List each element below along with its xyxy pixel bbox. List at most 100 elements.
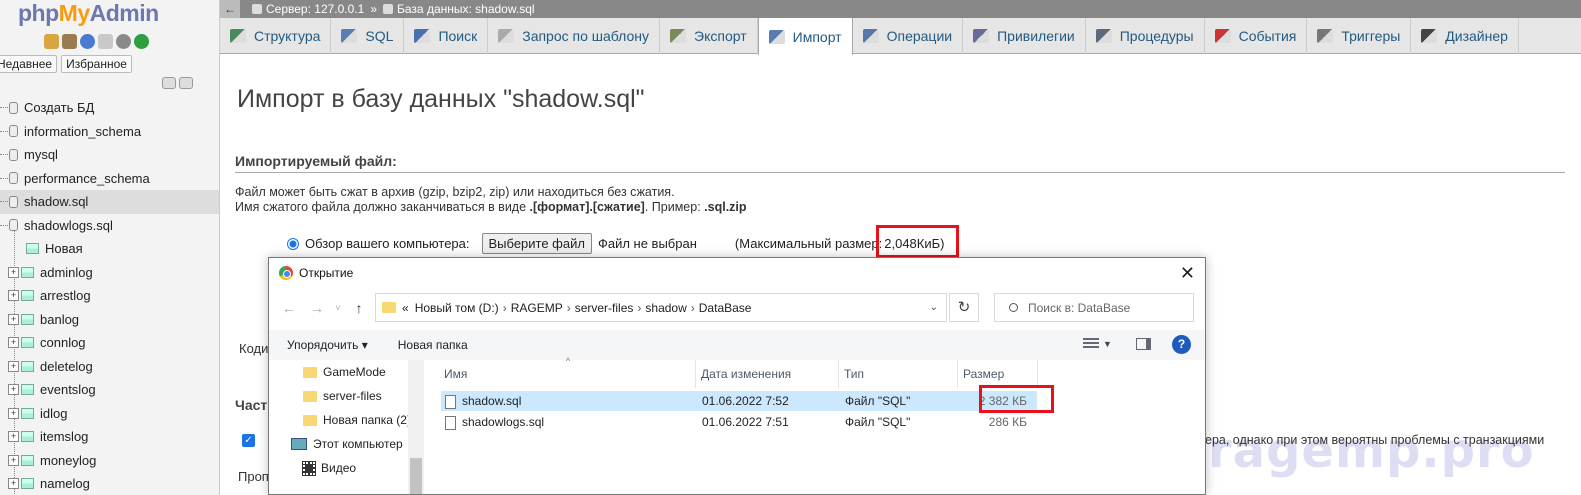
tab-label: Поиск [438,28,478,44]
expand-icon[interactable]: + [8,384,19,396]
path-segment[interactable]: DataBase [699,301,752,315]
tree-item[interactable]: + arrestlog [0,284,219,308]
nav-item[interactable]: server-files [269,384,424,408]
breadcrumb-server-label: Сервер: 127.0.0.1 [266,2,365,16]
tab-operations[interactable]: Операции [853,18,964,54]
expand-icon[interactable]: + [8,360,19,372]
column-type[interactable]: Тип [839,360,958,388]
path-segment[interactable]: server-files [575,301,634,315]
address-bar[interactable]: « Новый том (D:) › RAGEMP › server-files › sha… [375,293,947,322]
back-arrow-icon[interactable]: ← [220,0,240,18]
up-folder-icon[interactable]: ↑ [345,300,373,316]
tab-privileges[interactable]: Привилегии [963,18,1086,54]
tab-search[interactable]: Поиск [404,18,489,54]
path-separator: › [502,300,507,315]
nav-item[interactable]: Новая папка (2) [269,408,424,432]
scrollbar-thumb[interactable] [410,458,422,494]
choose-file-button[interactable]: Выберите файл [481,233,592,254]
refresh-icon[interactable]: ↻ [949,293,979,322]
tree-item[interactable]: information_schema [0,120,219,144]
tab-import[interactable]: Импорт [757,18,853,55]
tree-item[interactable]: + adminlog [0,261,219,285]
path-segment[interactable]: Новый том (D:) [415,301,499,315]
tab-sql[interactable]: SQL [331,18,405,54]
tree-item[interactable]: + banlog [0,308,219,332]
phpmyadmin-logo[interactable]: phpMyAdmin [18,0,159,27]
nav-item-label: GameMode [323,365,386,379]
logout-icon[interactable] [62,34,77,49]
tree-item[interactable]: Создать БД [0,96,219,120]
partial-import-checkbox[interactable]: ✓ [242,434,255,447]
tab-triggers[interactable]: Триггеры [1307,18,1412,54]
navigation-scrollbar[interactable] [408,360,424,494]
column-date[interactable]: Дата изменения [696,360,839,388]
collapse-all-icon[interactable] [162,77,176,89]
expand-icon[interactable]: + [8,313,19,325]
tree-item[interactable]: + idlog [0,402,219,426]
organize-button[interactable]: Упорядочить ▾ [287,338,368,352]
expand-icon[interactable]: + [8,337,19,349]
favorites-tab[interactable]: Избранное [61,55,132,73]
tree-item[interactable]: + deletelog [0,355,219,379]
tree-item[interactable]: + itemslog [0,425,219,449]
view-dropdown-icon[interactable]: ▼ [1103,339,1112,349]
expand-icon[interactable]: + [8,431,19,443]
forward-icon[interactable]: → [303,300,331,316]
expand-icon[interactable]: + [8,478,19,490]
expand-icon[interactable]: + [8,290,19,302]
preview-pane-icon[interactable] [1135,338,1151,350]
expand-icon[interactable]: + [8,454,19,466]
tree-item[interactable]: + connlog [0,331,219,355]
address-overflow[interactable]: « [402,301,409,315]
browse-radio[interactable] [287,237,299,250]
gear-icon[interactable] [116,34,131,49]
view-mode-icon[interactable] [1083,338,1099,350]
reload-icon[interactable] [134,34,149,49]
tree-item[interactable]: + moneylog [0,449,219,473]
file-row[interactable]: shadow.sql 01.06.2022 7:52 Файл "SQL" 2 382… [441,391,1037,411]
back-icon[interactable]: ← [275,300,303,316]
help-icon[interactable] [80,34,95,49]
nav-item[interactable]: Этот компьютер [269,432,424,456]
tree-item[interactable]: mysql [0,143,219,167]
path-segment[interactable]: shadow [645,301,686,315]
tab-export[interactable]: Экспорт [660,18,758,54]
nav-item[interactable]: Видео [269,456,424,480]
tab-routines[interactable]: Процедуры [1086,18,1205,54]
nav-item[interactable]: GameMode [269,360,424,384]
recent-tab[interactable]: Недавнее [0,55,58,73]
path-segment[interactable]: RAGEMP [511,301,563,315]
file-list-header: ^ Имя Дата изменения Тип Размер [439,356,1205,388]
tree-item[interactable]: Новая [0,237,219,261]
column-name[interactable]: Имя [439,360,696,388]
docs-icon[interactable] [98,34,113,49]
tab-label: Дизайнер [1445,28,1508,44]
no-file-label: Файл не выбран [597,236,697,251]
tab-events[interactable]: События [1205,18,1308,54]
search-icon [1009,303,1018,312]
recent-locations-icon[interactable]: ˅ [331,303,345,313]
link-icon[interactable] [179,77,193,89]
file-row[interactable]: shadowlogs.sql 01.06.2022 7:51 Файл "SQL" 2… [441,412,1037,432]
new-folder-button[interactable]: Новая папка [398,338,468,352]
dialog-close-button[interactable]: ✕ [1180,263,1195,284]
help-icon[interactable]: ? [1172,335,1191,354]
database-icon [9,219,18,232]
tab-designer[interactable]: Дизайнер [1411,18,1519,54]
tab-query[interactable]: Запрос по шаблону [488,18,661,54]
tree-item[interactable]: performance_schema [0,167,219,191]
column-size[interactable]: Размер [958,360,1038,388]
search-input[interactable]: Поиск в: DataBase [994,293,1194,322]
tree-item[interactable]: + eventslog [0,378,219,402]
home-icon[interactable] [44,34,59,49]
expand-icon[interactable]: + [8,266,19,278]
expand-icon[interactable]: + [8,407,19,419]
address-dropdown-icon[interactable]: ⌄ [930,302,938,313]
breadcrumb-database[interactable]: База данных: shadow.sql [383,2,535,16]
tree-item[interactable]: shadowlogs.sql [0,214,219,238]
tree-item[interactable]: + namelog [0,472,219,495]
tab-structure[interactable]: Структура [220,18,332,54]
breadcrumb-server[interactable]: Сервер: 127.0.0.1 [252,2,364,16]
tree-item[interactable]: shadow.sql [0,190,219,214]
dialog-toolbar: Упорядочить ▾ Новая папка ▼ ? [269,330,1205,360]
